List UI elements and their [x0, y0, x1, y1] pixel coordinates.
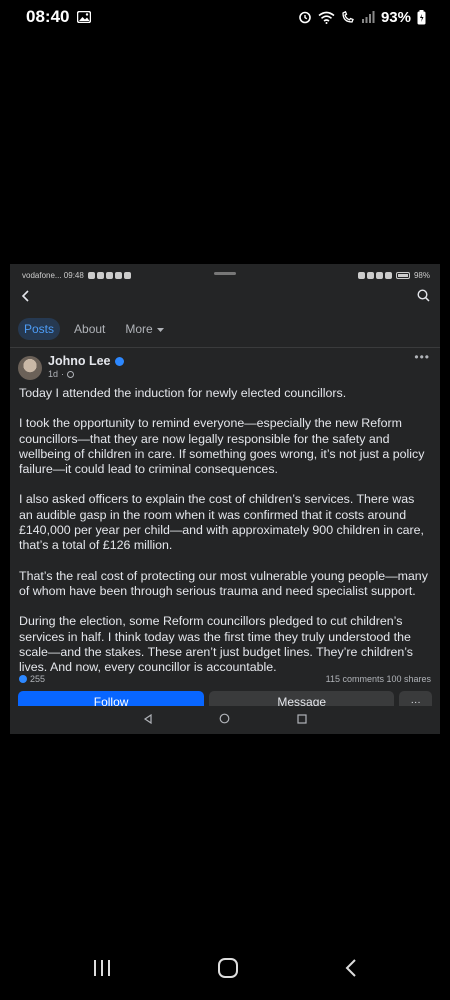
tab-about-label: About — [74, 321, 106, 336]
verified-badge-icon — [114, 356, 124, 366]
home-icon[interactable] — [217, 957, 239, 984]
globe-icon — [67, 370, 75, 378]
inner-recents-icon[interactable] — [297, 711, 307, 729]
reaction-count[interactable]: 255 — [30, 675, 45, 683]
top-nav — [10, 286, 440, 310]
avatar[interactable] — [18, 356, 42, 380]
post-paragraph: I took the opportunity to remind everyon… — [19, 416, 425, 477]
meta-separator: · — [61, 369, 65, 379]
more-options-icon[interactable]: ••• — [414, 350, 430, 364]
phone-status-bar: 08:40 93% — [0, 0, 450, 34]
post-header: Johno Lee 1d · ••• — [10, 348, 440, 382]
back-arrow-icon[interactable] — [20, 289, 32, 307]
signal-bars-icon — [361, 11, 375, 23]
inner-home-icon[interactable] — [219, 711, 230, 729]
inner-carrier-time: vodafone... 09:48 — [22, 270, 84, 280]
inner-back-icon[interactable] — [143, 711, 153, 729]
call-signal-icon — [341, 10, 356, 24]
alarm-icon — [298, 10, 312, 24]
profile-tabs: Posts About More — [10, 310, 440, 348]
battery-percent: 93% — [380, 8, 411, 26]
tab-posts[interactable]: Posts — [18, 317, 61, 340]
post-time[interactable]: 1d — [48, 369, 58, 379]
status-time: 08:40 — [26, 7, 70, 26]
post-paragraph: During the election, some Reform council… — [19, 614, 413, 675]
post-paragraph: I also asked officers to explain the cos… — [19, 492, 424, 553]
search-icon[interactable] — [417, 289, 430, 307]
post-text: Today I attended the induction for newly… — [10, 382, 440, 675]
battery-icon — [417, 9, 426, 25]
inner-status-bar: vodafone... 09:48 98% — [10, 264, 440, 286]
post-paragraph: Today I attended the induction for newly… — [19, 386, 347, 400]
tab-posts-label: Posts — [24, 321, 55, 336]
back-icon[interactable] — [344, 958, 358, 983]
inner-nav-bar — [10, 706, 440, 734]
wifi-icon — [318, 11, 335, 24]
inner-battery-icon — [395, 271, 410, 279]
recents-icon[interactable] — [92, 958, 112, 983]
embedded-screenshot: vodafone... 09:48 98% Posts About More J… — [10, 264, 440, 734]
gallery-icon — [77, 11, 92, 23]
notch-pill — [214, 272, 236, 275]
tab-more[interactable]: More — [119, 318, 169, 340]
comments-shares[interactable]: 115 comments 100 shares — [326, 675, 431, 683]
notification-icons — [87, 271, 131, 279]
tab-more-label: More — [125, 321, 153, 336]
inner-battery-percent: 98% — [413, 270, 430, 280]
like-icon — [19, 675, 27, 684]
author-name[interactable]: Johno Lee — [48, 354, 111, 368]
caret-down-icon — [156, 322, 164, 336]
reactions-row: 255 115 comments 100 shares — [10, 675, 440, 684]
inner-system-icons — [357, 271, 392, 279]
tab-about[interactable]: About — [68, 318, 111, 340]
post-paragraph: That’s the real cost of protecting our m… — [19, 568, 428, 598]
phone-nav-bar — [0, 940, 450, 1000]
